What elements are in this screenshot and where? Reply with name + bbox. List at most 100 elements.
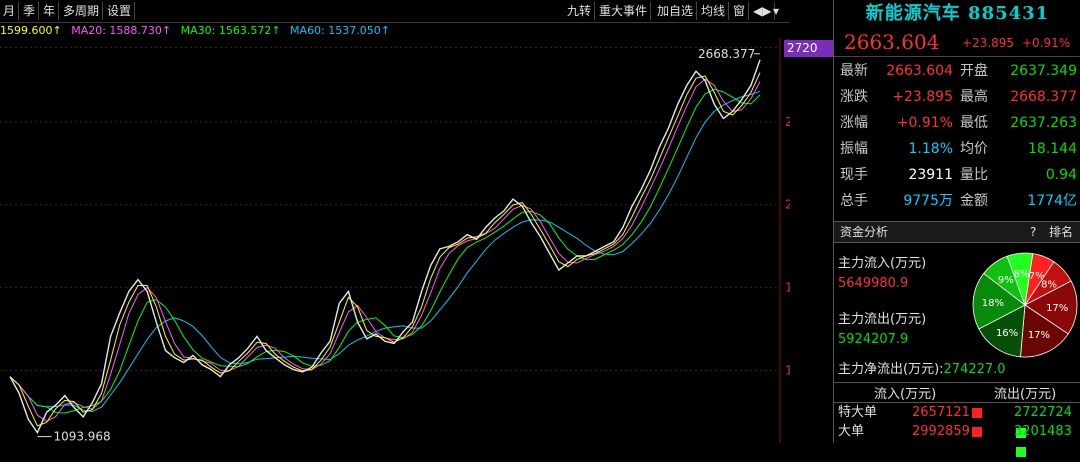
- pie-slice-label: 17%: [1046, 303, 1068, 314]
- flow-table-header: 流入(万元) 流出(万元): [834, 382, 1080, 402]
- dropdown-chevron-icon[interactable]: ▾: [770, 2, 782, 20]
- quote-value: 18.144: [1028, 141, 1077, 157]
- row-outflow-value: 3201483: [1014, 424, 1072, 439]
- y-tick-label: 2056: [785, 198, 790, 212]
- capital-section-title: 资金分析: [840, 225, 889, 239]
- row-label: 特大单: [838, 405, 878, 420]
- quote-label: 现手: [840, 167, 868, 183]
- instrument-title: 新能源汽车 885431: [865, 3, 1050, 24]
- price-change-pct: +0.91%: [1022, 36, 1071, 50]
- price-line: [9, 59, 761, 435]
- row-inflow-value: 2992859: [912, 424, 970, 439]
- quote-label: 最高: [960, 89, 988, 105]
- price-row: 2663.604 +23.895 +0.91%: [834, 28, 1080, 57]
- net-outflow-label: 主力净流出(万元):: [838, 362, 944, 377]
- inflow-bar-icon: [971, 407, 982, 418]
- pie-slice-label: 18%: [982, 298, 1004, 309]
- nine-turn-button[interactable]: 九转: [564, 2, 596, 20]
- quote-row: 涨幅 +0.91% 最低 2637.263: [834, 110, 1080, 136]
- quote-value: 2663.604: [886, 63, 953, 79]
- table-row: 大单 2992859 3201483: [834, 422, 1080, 457]
- row-outflow-value: 2722724: [1014, 405, 1072, 420]
- quote-label: 最低: [960, 115, 988, 131]
- quote-row: 涨跌 +23.895 最高 2668.377: [834, 84, 1080, 110]
- main-outflow-label: 主力流出(万元): [838, 312, 927, 327]
- row-inflow: 2657121: [912, 403, 982, 423]
- chart-toolbar: 月 季 年 多周期 设置 九转 重大事件 加自选 均线 窗 ◀▶ ▾: [0, 0, 790, 23]
- last-price: 2663.604: [844, 30, 940, 54]
- price-chart[interactable]: 2720240620561706135627552668.3771093.968: [0, 38, 790, 443]
- quote-row: 最新 2663.604 开盘 2637.349: [834, 58, 1080, 84]
- quote-row: 振幅 1.18% 均价 18.144: [834, 136, 1080, 162]
- pie-slice-label: 8%: [1041, 280, 1057, 291]
- quote-row: 现手 23911 量比 0.94: [834, 162, 1080, 188]
- capital-pie-chart: 7%8%17%17%16%18%9%8%: [972, 252, 1078, 358]
- quote-value: +23.895: [892, 89, 953, 105]
- ma10-line: [9, 72, 761, 427]
- quote-value: 23911: [908, 167, 953, 183]
- pie-slice-label: 16%: [996, 328, 1018, 339]
- quote-value: +0.91%: [896, 115, 953, 131]
- row-outflow: 3201483: [1014, 422, 1080, 462]
- period-year-button[interactable]: 年: [40, 2, 60, 20]
- col-outflow-header: 流出(万元): [994, 387, 1057, 402]
- quote-value: 2637.349: [1010, 63, 1077, 79]
- row-inflow: 2992859: [912, 422, 982, 442]
- add-watchlist-button[interactable]: 加自选: [654, 2, 698, 20]
- current-price-box: 2720: [784, 40, 834, 57]
- quote-value: 2668.377: [1010, 89, 1077, 105]
- help-icon[interactable]: ?: [1030, 222, 1036, 242]
- quote-label: 涨幅: [840, 115, 868, 131]
- row-inflow-value: 2657121: [912, 405, 970, 420]
- table-row: 特大单 2657121 2722724: [834, 402, 1080, 438]
- pie-slice-label: 9%: [998, 275, 1014, 286]
- quote-panel: 新能源汽车 885431 2663.604 +23.895 +0.91% 最新 2…: [833, 0, 1080, 457]
- pie-slice-label: 17%: [1028, 330, 1050, 341]
- quote-value: 9775万: [903, 193, 953, 209]
- col-inflow-header: 流入(万元): [874, 387, 937, 402]
- main-outflow-value: 5924207.9: [838, 332, 909, 347]
- main-inflow-value: 5649980.9: [838, 276, 909, 291]
- quote-label: 涨跌: [840, 89, 868, 105]
- outflow-bar-icon: [1016, 446, 1026, 457]
- price-change: +23.895: [962, 36, 1015, 50]
- quote-label: 均价: [960, 141, 988, 157]
- high-annotation: 2668.377: [698, 47, 755, 61]
- main-inflow-label: 主力流入(万元): [838, 256, 927, 271]
- y-tick-label: 2406: [785, 115, 790, 129]
- quote-label: 开盘: [960, 63, 988, 79]
- quote-value: 1774亿: [1027, 193, 1077, 209]
- quote-label: 量比: [960, 167, 988, 183]
- quote-value: 1.18%: [908, 141, 953, 157]
- ma30-value: MA30: 1563.572↑: [180, 24, 281, 37]
- rank-button[interactable]: 排名: [1049, 222, 1073, 242]
- quote-row: 总手 9775万 金额 1774亿: [834, 188, 1080, 214]
- quote-label: 振幅: [840, 141, 868, 157]
- pie-slice-label: 8%: [1014, 269, 1030, 280]
- period-quarter-button[interactable]: 季: [20, 2, 40, 20]
- quote-label: 总手: [840, 193, 868, 209]
- multi-period-button[interactable]: 多周期: [60, 2, 104, 20]
- net-outflow-row: 主力净流出(万元):274227.0: [838, 358, 1006, 377]
- low-annotation: 1093.968: [53, 430, 110, 443]
- ma-legend: 1599.600↑ MA20: 1588.730↑ MA30: 1563.572…: [0, 23, 390, 39]
- net-outflow-value: 274227.0: [943, 362, 1006, 377]
- capital-analysis-header: 资金分析 ? 排名: [834, 221, 1080, 243]
- ma10-value: 1599.600↑: [0, 24, 62, 37]
- ma20-value: MA20: 1588.730↑: [71, 24, 172, 37]
- quote-value: 2637.263: [1010, 115, 1077, 131]
- row-label: 大单: [838, 424, 865, 439]
- window-button[interactable]: 窗: [730, 2, 750, 20]
- ma60-value: MA60: 1537.050↑: [290, 24, 390, 37]
- moving-average-button[interactable]: 均线: [698, 2, 730, 20]
- y-tick-label: 1356: [785, 364, 790, 378]
- quote-value: 0.94: [1045, 167, 1077, 183]
- period-month-button[interactable]: 月: [0, 2, 20, 20]
- y-tick-label: 1706: [785, 281, 790, 295]
- major-events-button[interactable]: 重大事件: [596, 2, 652, 20]
- quote-label: 最新: [840, 63, 868, 79]
- quote-label: 金额: [960, 193, 988, 209]
- inflow-bar-icon: [971, 426, 982, 437]
- settings-button[interactable]: 设置: [104, 2, 136, 20]
- ma30-line: [9, 88, 761, 414]
